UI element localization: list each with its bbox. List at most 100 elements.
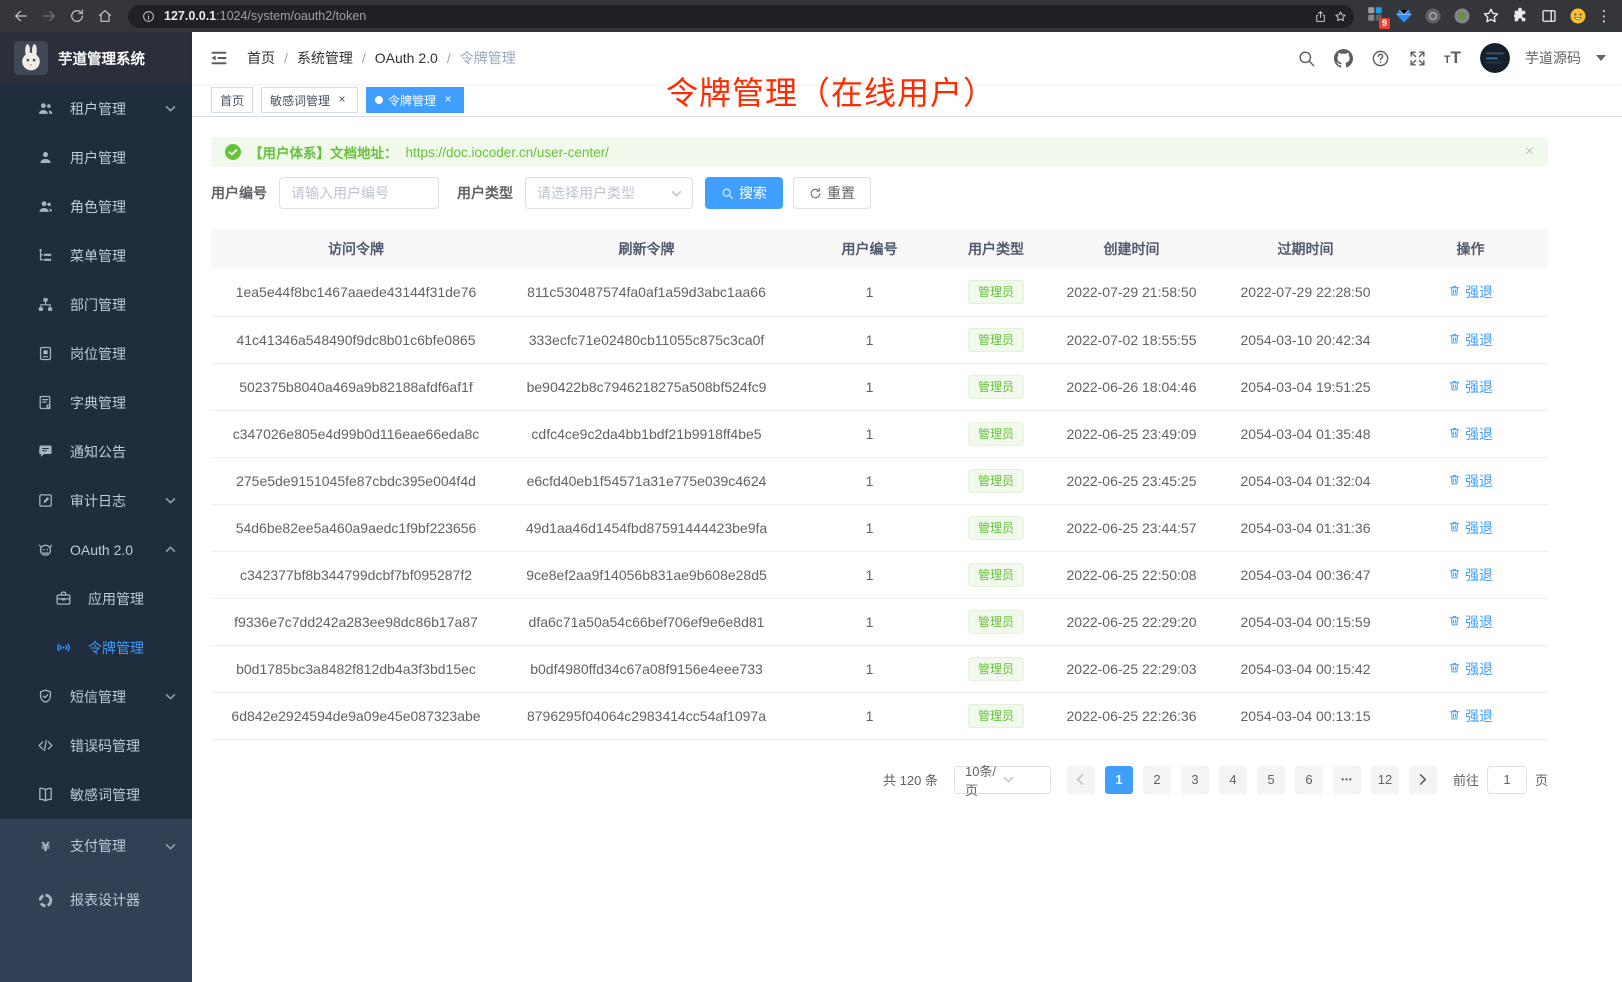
browser-forward-icon[interactable] xyxy=(36,3,62,29)
force-logout-label: 强退 xyxy=(1465,659,1493,679)
sidebar-item-dict[interactable]: 字典管理 xyxy=(0,378,192,427)
user-id-input[interactable] xyxy=(279,177,439,209)
user-name[interactable]: 芋道源码 xyxy=(1525,48,1581,68)
reset-button[interactable]: 重置 xyxy=(793,177,871,209)
sidebar-item-tenant[interactable]: 租户管理 xyxy=(0,84,192,133)
side-panel-icon[interactable] xyxy=(1538,5,1560,27)
next-page-button[interactable] xyxy=(1409,766,1437,794)
browser-reload-icon[interactable] xyxy=(64,3,90,29)
refresh-token-cell: 49d1aa46d1454fbd87591444423be9fa xyxy=(501,504,792,551)
sidebar-item-notice[interactable]: 通知公告 xyxy=(0,427,192,476)
page-button-3[interactable]: 3 xyxy=(1181,766,1209,794)
sidebar-item-user[interactable]: 用户管理 xyxy=(0,133,192,182)
sidebar-item-report-designer[interactable]: 报表设计器 xyxy=(0,873,192,927)
page-ellipsis[interactable]: ••• xyxy=(1333,766,1361,794)
extension-gem-icon[interactable] xyxy=(1393,5,1415,27)
force-logout-button[interactable]: 强退 xyxy=(1448,471,1493,491)
alert-close-icon[interactable]: × xyxy=(1525,144,1534,160)
table-row: f9336e7c7dd242a283ee98dc86b17a87dfa6c71a… xyxy=(211,598,1548,645)
user-type-select[interactable]: 请选择用户类型 xyxy=(525,177,693,209)
page-button-6[interactable]: 6 xyxy=(1295,766,1323,794)
sidebar-item-audit-log[interactable]: 审计日志 xyxy=(0,476,192,525)
sidebar-toggle-icon[interactable] xyxy=(209,46,233,70)
sidebar-item-dept[interactable]: 部门管理 xyxy=(0,280,192,329)
force-logout-button[interactable]: 强退 xyxy=(1448,565,1493,585)
sidebar-item-post[interactable]: 岗位管理 xyxy=(0,329,192,378)
user-type-cell: 管理员 xyxy=(947,692,1045,739)
page-button-2[interactable]: 2 xyxy=(1143,766,1171,794)
prev-page-button[interactable] xyxy=(1067,766,1095,794)
app-logo[interactable]: 芋道管理系统 xyxy=(0,32,192,84)
audit-icon xyxy=(36,492,54,510)
address-bar[interactable]: 127.0.0.1:1024/system/oauth2/token xyxy=(128,5,1354,28)
access-token-cell: 275e5de9151045fe87cbdc395e004f4d xyxy=(211,457,501,504)
sidebar-item-error-code[interactable]: 错误码管理 xyxy=(0,721,192,770)
sidebar-item-oauth2[interactable]: OAuth 2.0 xyxy=(0,525,192,574)
tab-home[interactable]: 首页 xyxy=(211,87,253,113)
search-button[interactable]: 搜索 xyxy=(705,177,783,209)
extensions-cluster: 9 ⋮ xyxy=(1364,5,1612,27)
extension-grid-icon[interactable]: 9 xyxy=(1364,5,1386,27)
sidebar-item-pay[interactable]: ¥支付管理 xyxy=(0,819,192,873)
page-button-12[interactable]: 12 xyxy=(1371,766,1399,794)
breadcrumb-oauth2[interactable]: OAuth 2.0 xyxy=(375,50,438,66)
token-icon xyxy=(54,639,72,657)
sidebar-item-sms[interactable]: 短信管理 xyxy=(0,672,192,721)
github-icon[interactable] xyxy=(1333,47,1355,69)
sidebar-item-menu[interactable]: 菜单管理 xyxy=(0,231,192,280)
oauth-icon xyxy=(36,541,54,559)
fullscreen-icon[interactable] xyxy=(1407,47,1429,69)
tab-close-icon[interactable]: × xyxy=(335,93,349,107)
extensions-puzzle-icon[interactable] xyxy=(1509,5,1531,27)
breadcrumb-system[interactable]: 系统管理 xyxy=(297,48,353,68)
created-time-cell: 2022-07-02 18:55:55 xyxy=(1045,316,1218,363)
user-id-cell: 1 xyxy=(792,457,947,504)
force-logout-button[interactable]: 强退 xyxy=(1448,282,1493,302)
help-icon[interactable] xyxy=(1370,47,1392,69)
extension-dot-icon[interactable] xyxy=(1451,5,1473,27)
doc-link[interactable]: https://doc.iocoder.cn/user-center/ xyxy=(406,145,609,160)
user-id-cell: 1 xyxy=(792,269,947,316)
force-logout-button[interactable]: 强退 xyxy=(1448,377,1493,397)
header-search-icon[interactable] xyxy=(1296,47,1318,69)
force-logout-button[interactable]: 强退 xyxy=(1448,330,1493,350)
breadcrumb-home[interactable]: 首页 xyxy=(247,48,275,68)
force-logout-button[interactable]: 强退 xyxy=(1448,706,1493,726)
column-header: 操作 xyxy=(1393,229,1548,269)
breadcrumb-separator: / xyxy=(284,50,288,66)
sidebar-item-oauth2-app[interactable]: 应用管理 xyxy=(0,574,192,623)
bookmark-star-icon[interactable] xyxy=(1330,6,1350,26)
tab-close-icon[interactable]: × xyxy=(441,93,455,107)
browser-menu-icon[interactable]: ⋮ xyxy=(1596,7,1612,25)
page-button-5[interactable]: 5 xyxy=(1257,766,1285,794)
browser-home-icon[interactable] xyxy=(92,3,118,29)
svg-text:¥: ¥ xyxy=(41,839,50,854)
page-button-4[interactable]: 4 xyxy=(1219,766,1247,794)
sidebar-item-oauth2-token[interactable]: 令牌管理 xyxy=(0,623,192,672)
goto-page-input[interactable] xyxy=(1487,766,1527,794)
refresh-token-cell: b0df4980ffd34c67a08f9156e4eee733 xyxy=(501,645,792,692)
user-id-cell: 1 xyxy=(792,692,947,739)
font-size-icon[interactable]: TT xyxy=(1444,48,1461,68)
force-logout-button[interactable]: 强退 xyxy=(1448,659,1493,679)
user-avatar[interactable] xyxy=(1480,43,1510,73)
browser-profile-avatar[interactable] xyxy=(1567,5,1589,27)
sidebar-item-role[interactable]: 角色管理 xyxy=(0,182,192,231)
force-logout-button[interactable]: 强退 xyxy=(1448,424,1493,444)
sidebar-item-sensitive-word[interactable]: 敏感词管理 xyxy=(0,770,192,819)
extension-star-icon[interactable] xyxy=(1480,5,1502,27)
sidebar-menu: 租户管理用户管理角色管理菜单管理部门管理岗位管理字典管理通知公告审计日志OAut… xyxy=(0,84,192,819)
tab-token[interactable]: 令牌管理× xyxy=(366,87,464,113)
force-logout-button[interactable]: 强退 xyxy=(1448,518,1493,538)
page-size-select[interactable]: 10条/页 xyxy=(954,766,1051,794)
user-menu-caret-icon[interactable] xyxy=(1596,55,1606,61)
browser-back-icon[interactable] xyxy=(8,3,34,29)
force-logout-button[interactable]: 强退 xyxy=(1448,612,1493,632)
extension-circle-icon[interactable] xyxy=(1422,5,1444,27)
tab-sensitive-words[interactable]: 敏感词管理× xyxy=(261,87,358,113)
share-icon[interactable] xyxy=(1310,6,1330,26)
created-time-cell: 2022-07-29 21:58:50 xyxy=(1045,269,1218,316)
page-button-1[interactable]: 1 xyxy=(1105,766,1133,794)
table-row: 502375b8040a469a9b82188afdf6af1fbe90422b… xyxy=(211,363,1548,410)
site-info-icon[interactable] xyxy=(138,6,158,26)
